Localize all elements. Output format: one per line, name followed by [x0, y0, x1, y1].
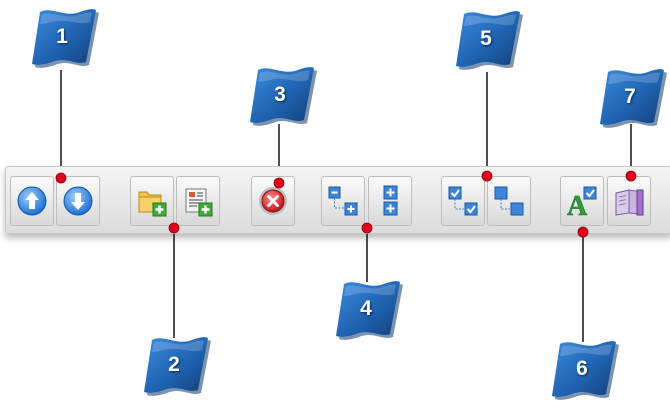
move-down-button[interactable]: [56, 176, 100, 226]
callout-flag-2: 2: [134, 332, 214, 398]
add-folder-button[interactable]: [130, 176, 174, 226]
callout-flag-5: 5: [446, 6, 526, 72]
callout-flag-4: 4: [326, 276, 406, 342]
expand-all-icon: [383, 185, 398, 216]
delete-button[interactable]: [251, 176, 295, 226]
callout-label-3: 3: [274, 83, 286, 106]
toolbar-diagram: A 1 2 3 4 5 6 7: [0, 0, 670, 415]
callout-label-6: 6: [576, 357, 588, 380]
callout-label-1: 1: [56, 25, 68, 48]
add-item-button[interactable]: [176, 176, 220, 226]
expand-all-button[interactable]: [368, 176, 412, 226]
font-style-button[interactable]: A: [560, 176, 604, 226]
add-item-icon: [185, 188, 213, 217]
book-icon: [615, 189, 644, 216]
callout-label-2: 2: [168, 353, 180, 376]
check-all-icon: [448, 186, 478, 216]
collapse-all-button[interactable]: [321, 176, 365, 226]
font-style-icon: A: [567, 186, 597, 218]
callout-flag-3: 3: [240, 62, 320, 128]
callout-label-5: 5: [480, 27, 492, 50]
callout-flag-7: 7: [590, 64, 670, 130]
move-up-button[interactable]: [10, 176, 54, 226]
check-all-button[interactable]: [441, 176, 485, 226]
book-button[interactable]: [607, 176, 651, 226]
move-down-icon: [63, 186, 93, 216]
delete-icon: [259, 187, 287, 215]
add-folder-icon: [138, 191, 167, 217]
callout-label-7: 7: [624, 85, 636, 108]
move-up-icon: [17, 186, 47, 216]
callout-flag-6: 6: [542, 336, 622, 402]
uncheck-all-icon: [494, 186, 524, 216]
uncheck-all-button[interactable]: [487, 176, 531, 226]
callout-label-4: 4: [360, 297, 372, 320]
callout-flag-1: 1: [22, 4, 102, 70]
collapse-all-icon: [328, 186, 358, 216]
